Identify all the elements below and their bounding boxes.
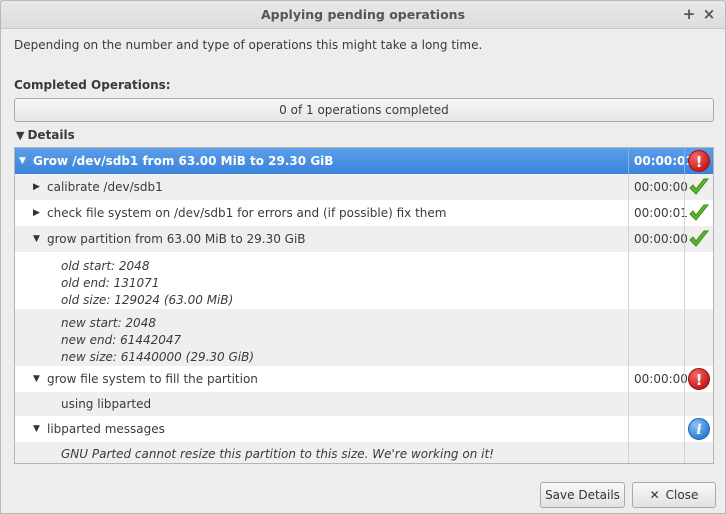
check-icon	[689, 204, 710, 221]
tree-row-grow-partition[interactable]: ▼ grow partition from 63.00 MiB to 29.30…	[15, 226, 713, 252]
close-button[interactable]: ✕ Close	[632, 482, 716, 508]
tree-row-using-libparted[interactable]: using libparted	[15, 392, 713, 416]
progress-text: 0 of 1 operations completed	[279, 103, 449, 117]
info-icon: i	[688, 418, 710, 440]
operation-label: grow file system to fill the partition	[47, 372, 258, 386]
expander-down-icon[interactable]: ▼	[19, 156, 26, 166]
description-text: Depending on the number and type of oper…	[14, 38, 483, 52]
tree-row-old-values[interactable]: old start: 2048 old end: 131071 old size…	[15, 252, 713, 309]
details-expander[interactable]: ▼ Details	[16, 128, 75, 142]
window-title: Applying pending operations	[260, 7, 466, 22]
tree-row-new-values[interactable]: new start: 2048 new end: 61442047 new si…	[15, 309, 713, 366]
save-details-label: Save Details	[545, 488, 620, 502]
title-bar: Applying pending operations + ×	[1, 1, 725, 29]
save-details-button[interactable]: Save Details	[540, 482, 625, 508]
operation-label: libparted messages	[47, 422, 165, 436]
old-values-text: old start: 2048 old end: 131071 old size…	[61, 258, 233, 309]
window-close-icon[interactable]: ×	[700, 5, 718, 23]
old-start-line: old start: 2048	[61, 259, 150, 273]
operation-label: grow partition from 63.00 MiB to 29.30 G…	[47, 232, 306, 246]
expander-down-icon: ▼	[16, 129, 25, 142]
new-size-line: new size: 61440000 (29.30 GiB)	[61, 350, 255, 364]
operations-progress-bar: 0 of 1 operations completed	[14, 98, 714, 122]
operations-tree[interactable]: ▼ Grow /dev/sdb1 from 63.00 MiB to 29.30…	[14, 147, 714, 464]
tree-row-libparted-messages[interactable]: ▼ libparted messages i	[15, 416, 713, 442]
operation-label: Grow /dev/sdb1 from 63.00 MiB to 29.30 G…	[33, 154, 334, 168]
close-label: Close	[665, 488, 699, 502]
tree-row-check-fs[interactable]: ▶ check file system on /dev/sdb1 for err…	[15, 200, 713, 226]
tree-row-grow-fs[interactable]: ▼ grow file system to fill the partition…	[15, 366, 713, 392]
operation-duration: 00:00:00	[634, 232, 688, 246]
operation-label: using libparted	[61, 397, 152, 411]
new-start-line: new start: 2048	[61, 316, 156, 330]
new-values-text: new start: 2048 new end: 61442047 new si…	[61, 315, 254, 366]
error-icon: !	[688, 150, 710, 172]
new-end-line: new end: 61442047	[61, 333, 182, 347]
expander-down-icon[interactable]: ▼	[33, 424, 40, 434]
operation-duration: 00:00:01	[634, 206, 688, 220]
old-end-line: old end: 131071	[61, 276, 160, 290]
close-icon: ✕	[649, 488, 660, 502]
expander-right-icon[interactable]: ▶	[33, 182, 40, 192]
operation-duration: 00:00:00	[634, 180, 688, 194]
operation-label: check file system on /dev/sdb1 for error…	[47, 206, 447, 220]
operation-duration: 00:00:00	[634, 372, 688, 386]
expander-down-icon[interactable]: ▼	[33, 374, 40, 384]
expander-right-icon[interactable]: ▶	[33, 208, 40, 218]
old-size-line: old size: 129024 (63.00 MiB)	[61, 293, 234, 307]
tree-row-parted-message[interactable]: GNU Parted cannot resize this partition …	[15, 442, 713, 463]
dialog-window: Applying pending operations + × Dependin…	[0, 0, 726, 514]
pin-icon[interactable]: +	[680, 5, 698, 23]
completed-operations-label: Completed Operations:	[14, 78, 171, 92]
expander-down-icon[interactable]: ▼	[33, 234, 40, 244]
tree-row-grow-sdb1[interactable]: ▼ Grow /dev/sdb1 from 63.00 MiB to 29.30…	[15, 148, 713, 174]
operation-message: GNU Parted cannot resize this partition …	[61, 446, 494, 461]
check-icon	[689, 178, 710, 195]
check-icon	[689, 230, 710, 247]
details-label: Details	[27, 128, 75, 142]
error-icon: !	[688, 368, 710, 390]
tree-row-calibrate[interactable]: ▶ calibrate /dev/sdb1 00:00:00	[15, 174, 713, 200]
operation-label: calibrate /dev/sdb1	[47, 180, 163, 194]
